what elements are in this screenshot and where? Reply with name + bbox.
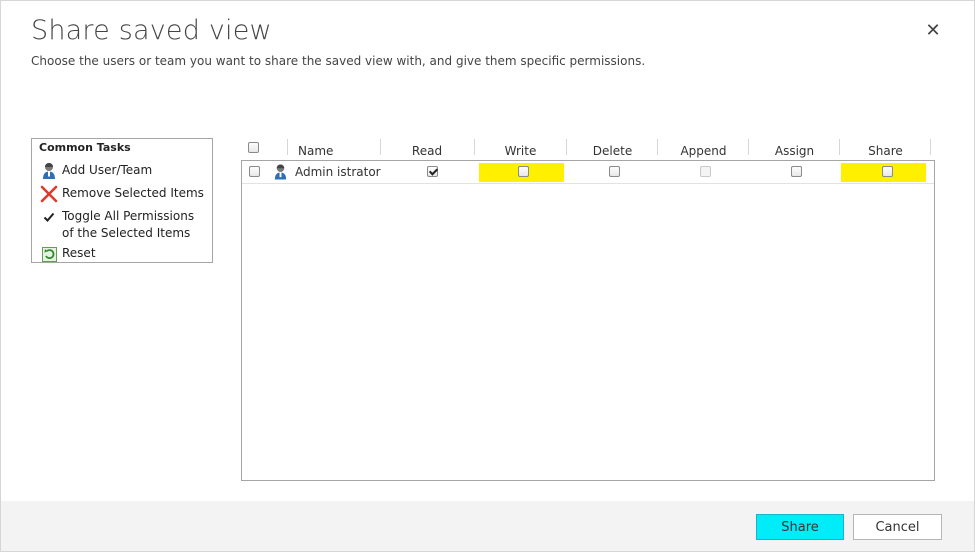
write-permission-checkbox[interactable] [518, 166, 529, 177]
column-header-append[interactable]: Append [658, 144, 749, 158]
toggle-all-permissions-button[interactable]: Toggle All Permissions of the Selected I… [39, 208, 197, 242]
common-tasks-heading: Common Tasks [39, 141, 131, 154]
grid-body: Admin istrator [241, 160, 935, 481]
remove-selected-items-button[interactable]: Remove Selected Items [39, 185, 204, 203]
delete-permission-checkbox[interactable] [609, 166, 620, 177]
column-divider [287, 139, 288, 155]
dialog-title: Share saved view [31, 15, 272, 46]
row-select-checkbox[interactable] [249, 166, 260, 177]
read-permission-checkbox[interactable] [427, 166, 438, 177]
column-header-delete[interactable]: Delete [567, 144, 658, 158]
column-divider [930, 139, 931, 155]
assign-permission-checkbox[interactable] [791, 166, 802, 177]
remove-selected-items-label: Remove Selected Items [62, 186, 204, 200]
close-icon[interactable]: ✕ [923, 21, 943, 41]
common-tasks-panel: Common Tasks Add User/Team Remove Select… [31, 138, 213, 263]
share-saved-view-dialog: Share saved view Choose the users or tea… [0, 0, 975, 552]
append-permission-checkbox [700, 166, 711, 177]
user-icon [273, 163, 288, 185]
cancel-button[interactable]: Cancel [853, 514, 942, 540]
toggle-all-permissions-label: Toggle All Permissions of the Selected I… [62, 209, 195, 240]
dialog-subtitle: Choose the users or team you want to sha… [31, 54, 646, 68]
checkmark-icon [39, 208, 59, 226]
permissions-grid: Name Read Write Delete Append Assign Sha… [241, 136, 935, 481]
dialog-footer: Share Cancel [1, 501, 974, 551]
share-permission-checkbox[interactable] [882, 166, 893, 177]
column-header-write[interactable]: Write [475, 144, 566, 158]
column-header-name[interactable]: Name [298, 144, 338, 158]
remove-x-icon [39, 185, 59, 203]
user-name: Admin istrator [295, 165, 381, 179]
share-button[interactable]: Share [756, 514, 844, 540]
table-row[interactable]: Admin istrator [242, 161, 934, 184]
user-icon [39, 162, 59, 180]
add-user-team-label: Add User/Team [62, 163, 153, 177]
reset-button[interactable]: Reset [39, 245, 96, 263]
grid-header: Name Read Write Delete Append Assign Sha… [241, 136, 935, 160]
select-all-checkbox[interactable] [248, 142, 259, 153]
column-header-read[interactable]: Read [381, 144, 473, 158]
reset-icon [39, 245, 59, 263]
reset-label: Reset [62, 246, 96, 260]
column-header-assign[interactable]: Assign [749, 144, 840, 158]
add-user-team-button[interactable]: Add User/Team [39, 162, 152, 180]
column-header-share[interactable]: Share [840, 144, 931, 158]
